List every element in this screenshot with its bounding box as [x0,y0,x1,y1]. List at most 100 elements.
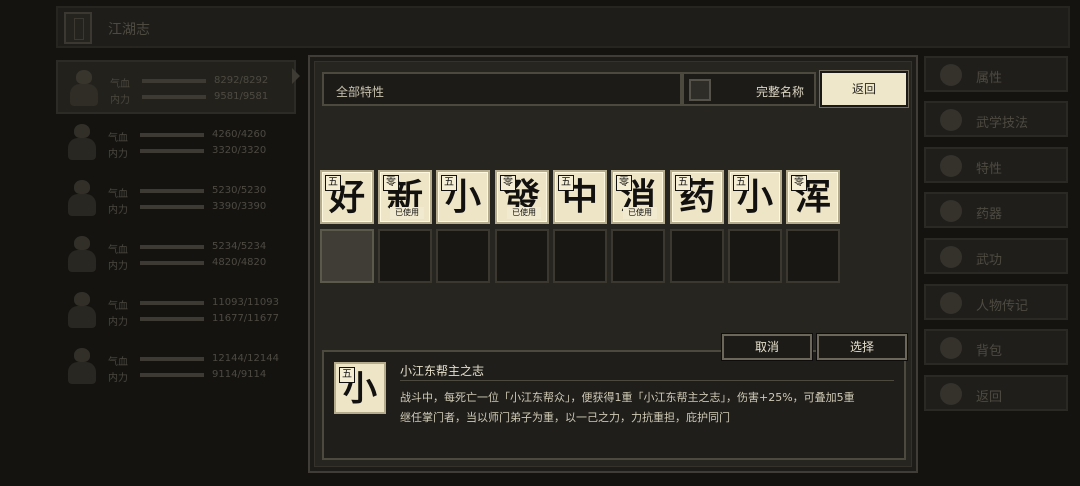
party-member-6[interactable]: 气血 12144/12144 内力 9114/9114 [56,340,296,394]
mp-label: 内力 [108,205,128,216]
grade-badge: 零 [791,175,807,191]
trait-slot[interactable] [670,229,724,283]
hp-bar [140,245,204,249]
journal-header: 江湖志 [56,6,1070,48]
book-icon [64,12,92,44]
mp-label: 内力 [108,317,128,328]
scroll-icon [940,246,962,268]
wand-icon [940,200,962,222]
hp-label: 气血 [108,245,128,256]
trait-detail-panel: 小 五 小江东帮主之志 战斗中，每死亡一位「小江东帮众」，便获得1重「小江东帮主… [322,350,906,460]
trait-effect-text: 战斗中，每死亡一位「小江东帮众」，便获得1重「小江东帮主之志」，伤害+25%，可… [400,391,855,404]
sidebar-item-martial-skills[interactable]: 武学技法 [924,101,1068,137]
party-member-1[interactable]: 气血 8292/8292 内力 9581/9581 [56,60,296,114]
character-portrait [64,68,104,108]
sidebar-item-kungfu[interactable]: 武功 [924,238,1068,274]
grade-badge: 零 [383,175,399,191]
full-name-checkbox[interactable] [689,79,711,101]
sidebar-item-label: 武学技法 [976,116,1029,131]
mp-label: 内力 [108,149,128,160]
mp-bar [140,149,204,153]
trait-slot[interactable] [611,229,665,283]
selected-arrow-icon [292,68,300,84]
sidebar-item-traits[interactable]: 特性 [924,147,1068,183]
mp-label: 内力 [110,95,130,106]
trait-tile[interactable]: 中五 [553,170,607,224]
avatar-icon [940,109,962,131]
trait-name: 小江东帮主之志 [400,364,485,378]
used-badge: 已使用 [390,207,424,219]
trait-tile[interactable]: 小五 [728,170,782,224]
hp-bar [140,301,204,305]
used-badge: 已使用 [623,207,657,219]
sidebar-item-biography[interactable]: 人物传记 [924,284,1068,320]
door-icon [940,383,962,405]
trait-detail-tile: 小 五 [334,362,386,414]
trait-slot[interactable] [728,229,782,283]
grade-badge: 零 [616,175,632,191]
trait-slot-selected[interactable] [320,229,374,283]
party-member-3[interactable]: 气血 5230/5230 内力 3390/3390 [56,172,296,226]
trait-tile[interactable]: 小五 [436,170,490,224]
mp-bar [140,373,204,377]
sidebar-item-back[interactable]: 返回 [924,375,1068,411]
character-portrait [62,290,102,330]
sidebar-item-label: 人物传记 [976,299,1029,314]
select-button[interactable]: 选择 [817,334,907,360]
grade-badge: 五 [675,175,691,191]
grade-badge: 五 [325,175,341,191]
hp-bar [142,79,206,83]
hp-label: 气血 [108,133,128,144]
trait-tile[interactable]: 新零已使用 [378,170,432,224]
party-member-5[interactable]: 气血 11093/11093 内力 11677/11677 [56,284,296,338]
trait-tile[interactable]: 消零已使用 [611,170,665,224]
trait-tile[interactable]: 發零已使用 [495,170,549,224]
sidebar-item-label: 武功 [976,253,1003,268]
sidebar-item-label: 返回 [976,390,1003,405]
trait-slot[interactable] [378,229,432,283]
grade-badge: 零 [500,175,516,191]
mp-bar [140,261,204,265]
full-name-toggle[interactable]: 完整名称 [682,72,816,106]
sidebar-item-label: 药器 [976,207,1003,222]
page-title: 江湖志 [108,22,150,38]
party-member-4[interactable]: 气血 5234/5234 内力 4820/4820 [56,228,296,282]
trait-flavor-text: 继任掌门者，当以师门弟子为重，以一己之力，力抗重担，庇护同门 [400,411,730,424]
trait-filter-label: 全部特性 [336,85,385,99]
sidebar-item-attributes[interactable]: 属性 [924,56,1068,92]
trait-slot[interactable] [495,229,549,283]
trait-tile[interactable]: 好五 [320,170,374,224]
sidebar-item-label: 特性 [976,162,1003,177]
character-portrait [62,178,102,218]
bag-icon [940,337,962,359]
back-button[interactable]: 返回 [820,71,908,107]
grade-badge: 五 [558,175,574,191]
mp-label: 内力 [108,261,128,272]
hp-bar [140,357,204,361]
mp-label: 内力 [108,373,128,384]
trait-tile[interactable]: 浑零 [786,170,840,224]
used-badge: 已使用 [507,207,541,219]
trait-slot[interactable] [436,229,490,283]
mp-bar [140,317,204,321]
sidebar-item-bag[interactable]: 背包 [924,329,1068,365]
grade-badge: 五 [733,175,749,191]
trait-filter-dropdown[interactable]: 全部特性 [322,72,682,106]
grade-badge: 五 [339,367,355,383]
trait-description: 战斗中，每死亡一位「小江东帮众」，便获得1重「小江东帮主之志」，伤害+25%，可… [400,388,900,428]
trait-slot[interactable] [553,229,607,283]
trait-slot[interactable] [786,229,840,283]
character-portrait [62,346,102,386]
trait-tile[interactable]: 药五 [670,170,724,224]
grade-badge: 五 [441,175,457,191]
mp-bar [142,95,206,99]
hp-label: 气血 [108,189,128,200]
hp-bar [140,133,204,137]
hp-label: 气血 [108,301,128,312]
cancel-button[interactable]: 取消 [722,334,812,360]
party-member-2[interactable]: 气血 4260/4260 内力 3320/3320 [56,116,296,170]
divider [400,380,894,381]
mp-bar [140,205,204,209]
hp-label: 气血 [108,357,128,368]
sidebar-item-medicine[interactable]: 药器 [924,192,1068,228]
